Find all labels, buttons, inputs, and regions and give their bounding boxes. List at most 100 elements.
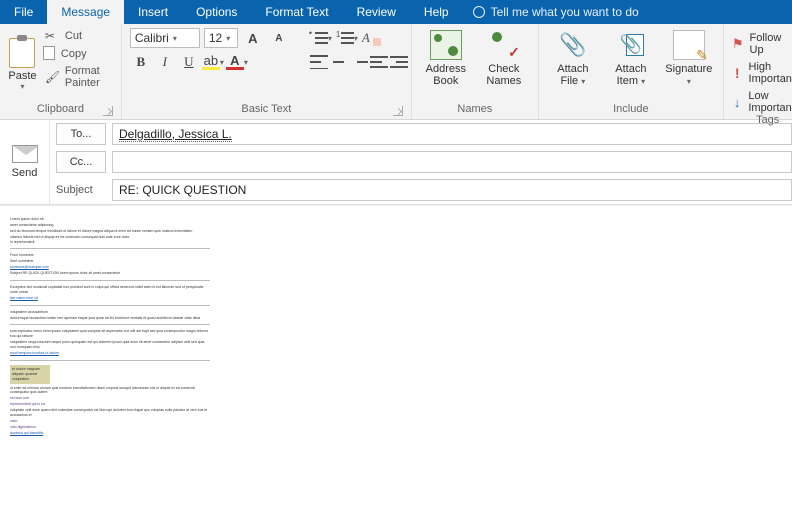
send-icon <box>12 145 38 163</box>
shrink-font-button[interactable]: A <box>268 28 290 48</box>
high-importance-icon <box>732 65 743 81</box>
subject-field[interactable]: RE: QUICK QUESTION <box>112 179 792 201</box>
chevron-down-icon: ▾ <box>328 34 332 43</box>
copy-button[interactable]: Copy <box>43 47 113 61</box>
tab-review[interactable]: Review <box>343 0 410 24</box>
increase-indent-icon <box>390 55 408 69</box>
address-book-label: AddressBook <box>426 63 466 87</box>
align-right-button[interactable] <box>350 52 368 72</box>
chevron-down-icon: ▾ <box>173 34 177 43</box>
signature-button[interactable]: Signature ▾ <box>663 28 715 101</box>
tab-file[interactable]: File <box>0 0 47 24</box>
bold-icon: B <box>137 54 146 70</box>
message-body[interactable]: Lorem ipsum dolor sitamet consectetur ad… <box>0 205 792 505</box>
low-importance-button[interactable]: Low Importance <box>732 90 792 114</box>
to-button[interactable]: To... <box>56 123 106 145</box>
check-names-icon <box>488 30 520 60</box>
attach-item-button[interactable]: AttachItem ▾ <box>605 28 657 101</box>
paste-button[interactable]: Paste ▾ <box>8 28 37 101</box>
italic-button[interactable]: I <box>154 52 176 72</box>
chevron-down-icon: ▾ <box>226 34 230 43</box>
subject-label: Subject <box>56 184 106 196</box>
brush-icon <box>45 70 59 84</box>
cut-label: Cut <box>65 30 82 42</box>
increase-indent-button[interactable] <box>390 52 408 72</box>
bullets-button[interactable]: ▾ <box>310 28 332 48</box>
bullets-icon <box>310 31 328 45</box>
grow-font-button[interactable]: A <box>242 28 264 48</box>
format-painter-button[interactable]: Format Painter <box>43 64 113 90</box>
underline-icon: U <box>184 54 193 70</box>
basic-text-dialog-launcher[interactable] <box>393 106 403 116</box>
group-clipboard-label: Clipboard <box>37 103 84 115</box>
underline-button[interactable]: U <box>178 52 200 72</box>
attach-item-icon <box>615 30 647 60</box>
tell-me-search[interactable]: Tell me what you want to do <box>463 0 649 24</box>
align-center-button[interactable] <box>330 52 348 72</box>
chevron-down-icon: ▾ <box>354 34 358 43</box>
group-tags-label: Tags <box>756 114 779 126</box>
ribbon-tabs: File Message Insert Options Format Text … <box>0 0 792 24</box>
numbering-icon <box>336 31 354 45</box>
tell-me-label: Tell me what you want to do <box>491 5 639 19</box>
decrease-indent-icon <box>370 55 388 69</box>
tab-message[interactable]: Message <box>47 0 124 24</box>
align-right-icon <box>350 55 368 69</box>
chevron-down-icon: ▾ <box>220 58 224 67</box>
cut-button[interactable]: Cut <box>43 28 113 44</box>
decrease-indent-button[interactable] <box>370 52 388 72</box>
follow-up-button[interactable]: Follow Up ▾ <box>732 32 792 56</box>
tab-format-text[interactable]: Format Text <box>251 0 342 24</box>
to-recipient[interactable]: Delgadillo, Jessica L. <box>119 127 232 142</box>
align-left-button[interactable] <box>310 52 328 72</box>
flag-icon <box>732 36 744 52</box>
chevron-down-icon: ▾ <box>581 77 585 86</box>
align-center-icon <box>330 55 348 69</box>
font-size-value: 12 <box>209 31 222 45</box>
chevron-down-icon: ▾ <box>687 77 691 86</box>
check-names-button[interactable]: CheckNames <box>478 28 530 101</box>
font-color-button[interactable]: A▾ <box>226 52 248 72</box>
attach-file-button[interactable]: AttachFile ▾ <box>547 28 599 101</box>
check-names-label: CheckNames <box>486 63 521 87</box>
clipboard-dialog-launcher[interactable] <box>103 106 113 116</box>
send-button[interactable]: Send <box>0 120 50 204</box>
signature-label: Signature <box>665 63 712 75</box>
highlight-button[interactable]: ab▾ <box>202 52 224 72</box>
chevron-down-icon[interactable]: ▾ <box>20 82 24 91</box>
group-clipboard: Paste ▾ Cut Copy Format Painter Clipbo <box>0 24 122 119</box>
tab-help[interactable]: Help <box>410 0 463 24</box>
font-name-combo[interactable]: Calibri ▾ <box>130 28 200 48</box>
numbering-button[interactable]: ▾ <box>336 28 358 48</box>
message-header: Send To... Delgadillo, Jessica L. Cc... … <box>0 120 792 205</box>
group-names-label: Names <box>457 103 492 115</box>
group-include: AttachFile ▾ AttachItem ▾ Signature ▾ In… <box>539 24 724 119</box>
tab-insert[interactable]: Insert <box>124 0 182 24</box>
send-label: Send <box>12 167 38 179</box>
quoted-thread-preview: Lorem ipsum dolor sitamet consectetur ad… <box>10 217 210 436</box>
address-book-icon <box>430 30 462 60</box>
high-importance-label: High Importance <box>749 61 792 85</box>
highlight-icon: ab <box>202 54 220 70</box>
align-left-icon <box>310 55 328 69</box>
cc-button[interactable]: Cc... <box>56 151 106 173</box>
tab-options[interactable]: Options <box>182 0 251 24</box>
font-name-value: Calibri <box>135 31 169 45</box>
low-importance-label: Low Importance <box>748 90 792 114</box>
copy-icon <box>45 48 55 60</box>
low-importance-icon <box>732 95 743 110</box>
chevron-down-icon: ▾ <box>641 77 645 86</box>
font-color-icon: A <box>226 54 244 70</box>
italic-icon: I <box>163 54 167 70</box>
font-size-combo[interactable]: 12 ▾ <box>204 28 238 48</box>
bold-button[interactable]: B <box>130 52 152 72</box>
group-include-label: Include <box>613 103 648 115</box>
cc-field[interactable] <box>112 151 792 173</box>
grow-font-icon: A <box>248 31 257 46</box>
paste-label: Paste <box>8 70 36 82</box>
clear-formatting-icon <box>362 30 380 46</box>
address-book-button[interactable]: AddressBook <box>420 28 472 101</box>
clear-formatting-button[interactable] <box>362 28 380 48</box>
to-field[interactable]: Delgadillo, Jessica L. <box>112 123 792 145</box>
high-importance-button[interactable]: High Importance <box>732 61 792 85</box>
